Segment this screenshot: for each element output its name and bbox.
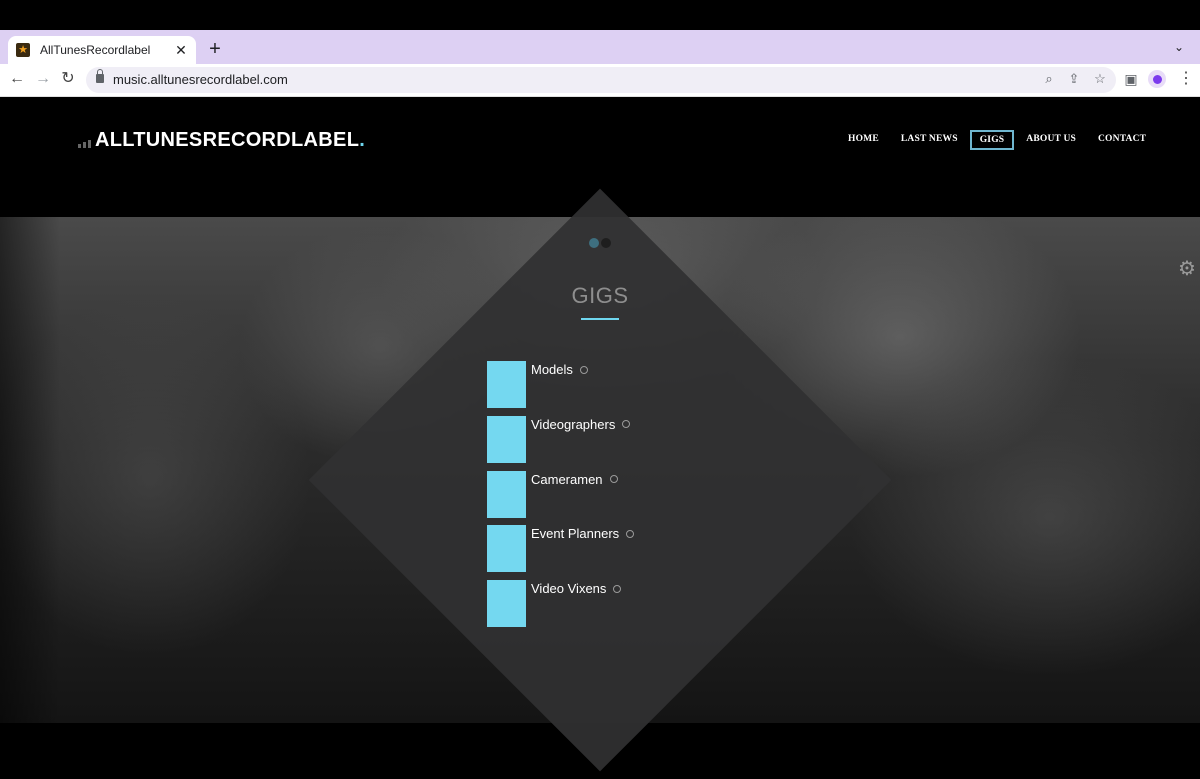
gig-label[interactable]: Event Planners bbox=[531, 526, 619, 541]
page-content: ALLTUNESRECORDLABEL . HOME LAST NEWS GIGS A… bbox=[0, 97, 1200, 779]
list-item[interactable]: Event Planners bbox=[487, 525, 687, 573]
side-panel-icon[interactable]: ▣ bbox=[1123, 71, 1139, 88]
title-underline bbox=[581, 318, 619, 320]
gig-list: Models Videographers Cameramen Event Planne… bbox=[487, 361, 687, 635]
circle-icon bbox=[626, 529, 635, 538]
zoom-icon[interactable]: ⌕ bbox=[1041, 71, 1057, 87]
slider-dots bbox=[589, 238, 611, 248]
gig-thumbnail[interactable] bbox=[487, 525, 526, 573]
lock-icon[interactable] bbox=[96, 69, 104, 83]
list-item[interactable]: Video Vixens bbox=[487, 580, 687, 628]
circle-icon bbox=[579, 365, 588, 374]
chevron-down-icon[interactable]: ⌄ bbox=[1174, 40, 1184, 54]
gig-label[interactable]: Video Vixens bbox=[531, 581, 606, 596]
share-icon[interactable]: ⇪ bbox=[1066, 71, 1082, 87]
forward-icon[interactable]: → bbox=[34, 70, 52, 88]
nav-item-gigs[interactable]: GIGS bbox=[969, 130, 1015, 150]
menu-icon[interactable]: ⋮ bbox=[1178, 68, 1194, 88]
gig-thumbnail[interactable] bbox=[487, 580, 526, 628]
gig-thumbnail[interactable] bbox=[487, 361, 526, 408]
bookmark-star-icon[interactable]: ☆ bbox=[1092, 71, 1108, 87]
gig-label[interactable]: Models bbox=[531, 362, 573, 377]
star-icon: ★ bbox=[16, 43, 30, 57]
list-item[interactable]: Cameramen bbox=[487, 470, 687, 519]
slider-dot-active[interactable] bbox=[589, 238, 599, 248]
circle-icon bbox=[609, 475, 618, 484]
nav-item-home[interactable]: HOME bbox=[838, 130, 889, 150]
gear-icon[interactable]: ⚙ bbox=[1178, 259, 1196, 279]
gig-label-wrap[interactable]: Models bbox=[531, 362, 588, 377]
nav-item-about-us[interactable]: ABOUT US bbox=[1016, 130, 1086, 150]
browser-tab[interactable]: ★ AllTunesRecordlabel ✕ bbox=[8, 36, 196, 64]
hero-edge-shade bbox=[0, 217, 60, 723]
list-item[interactable]: Models bbox=[487, 361, 687, 409]
gig-label-wrap[interactable]: Event Planners bbox=[531, 526, 635, 541]
url-text[interactable]: music.alltunesrecordlabel.com bbox=[113, 72, 288, 87]
tab-title: AllTunesRecordlabel bbox=[40, 43, 151, 57]
back-icon[interactable]: ← bbox=[8, 70, 26, 88]
section-title: GIGS bbox=[571, 283, 629, 308]
gig-thumbnail[interactable] bbox=[487, 415, 526, 463]
logo-text: ALLTUNESRECORDLABEL bbox=[95, 129, 360, 151]
gig-label-wrap[interactable]: Videographers bbox=[531, 417, 631, 432]
main-nav: HOME LAST NEWS GIGS ABOUT US CONTACT bbox=[838, 130, 1158, 150]
nav-item-contact[interactable]: CONTACT bbox=[1088, 130, 1156, 150]
gig-label[interactable]: Videographers bbox=[531, 417, 615, 432]
circle-icon bbox=[613, 584, 622, 593]
logo-dot: . bbox=[359, 129, 365, 151]
slider-dot[interactable] bbox=[601, 238, 611, 248]
circle-icon bbox=[622, 420, 631, 429]
new-tab-button[interactable]: + bbox=[206, 38, 224, 60]
site-logo[interactable]: ALLTUNESRECORDLABEL . bbox=[78, 129, 365, 152]
gig-thumbnail[interactable] bbox=[487, 470, 526, 518]
nav-item-last-news[interactable]: LAST NEWS bbox=[891, 130, 968, 150]
reload-icon[interactable]: ↻ bbox=[59, 70, 77, 88]
close-icon[interactable]: ✕ bbox=[174, 42, 188, 59]
gig-label-wrap[interactable]: Video Vixens bbox=[531, 581, 622, 596]
gig-label[interactable]: Cameramen bbox=[531, 472, 603, 487]
gig-label-wrap[interactable]: Cameramen bbox=[531, 472, 618, 487]
list-item[interactable]: Videographers bbox=[487, 415, 687, 464]
window-top-bar bbox=[0, 0, 1200, 30]
equalizer-icon bbox=[78, 140, 91, 148]
profile-avatar[interactable] bbox=[1148, 70, 1166, 88]
